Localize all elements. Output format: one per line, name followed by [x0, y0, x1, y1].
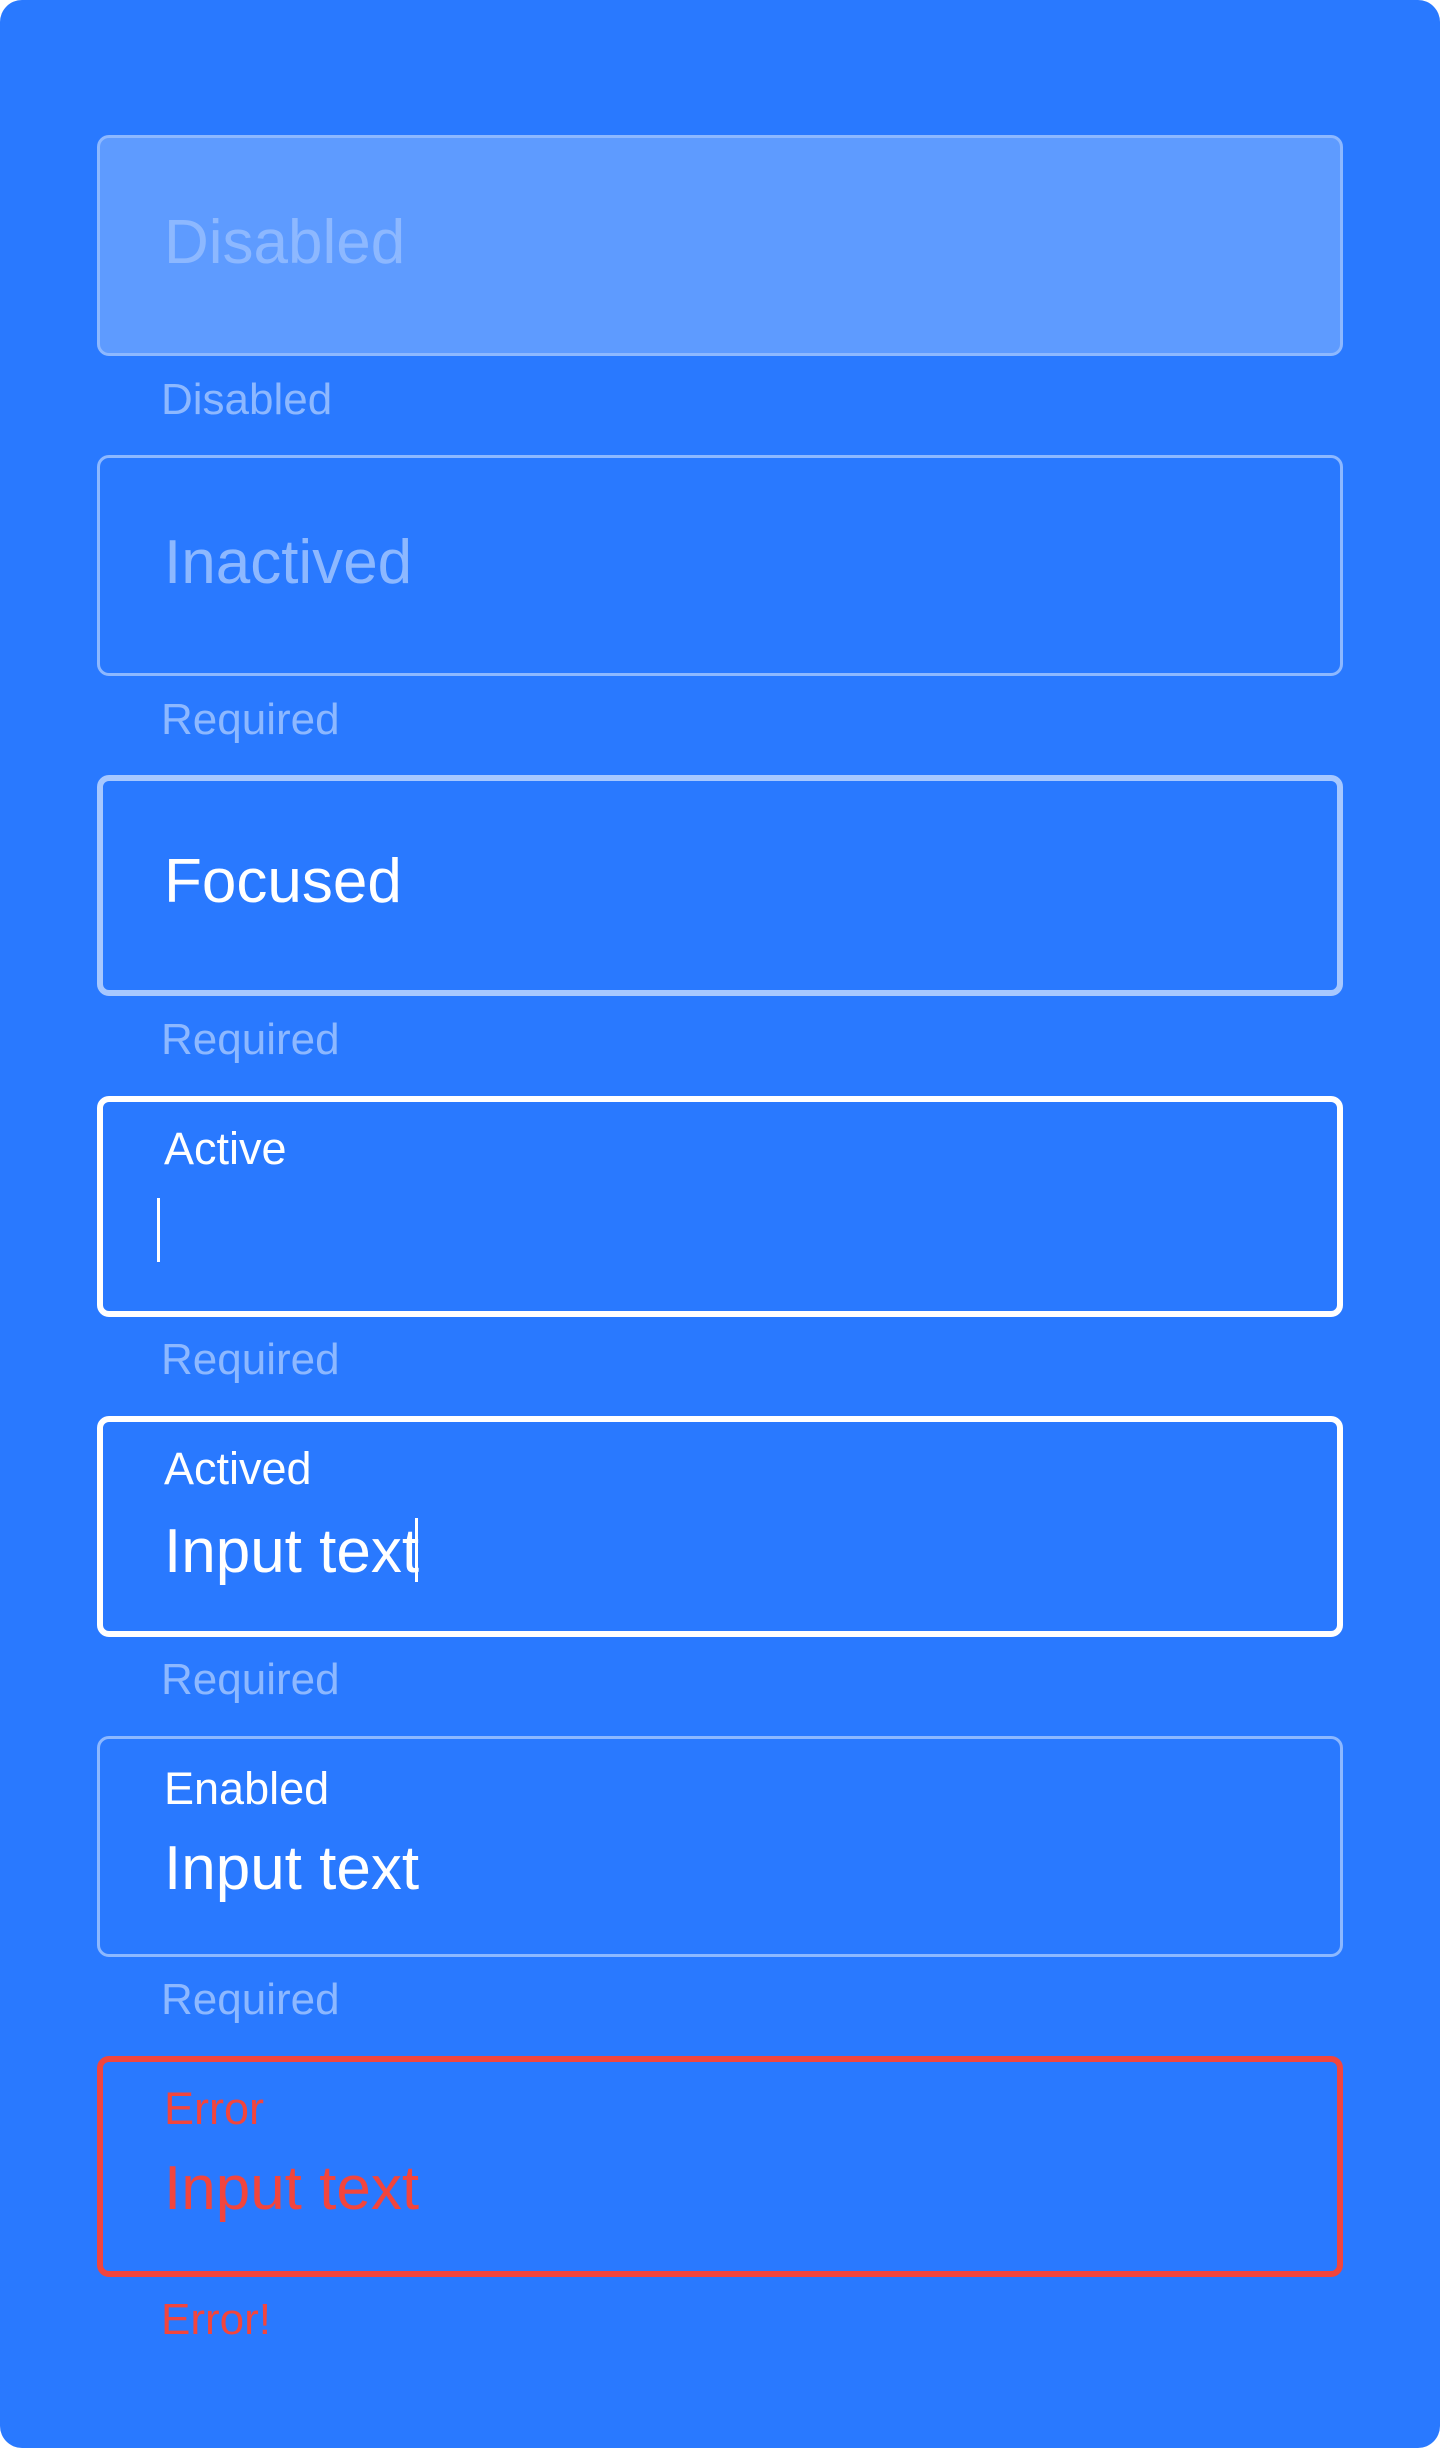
disabled-placeholder: Disabled [164, 208, 406, 277]
enabled-helper-text: Required [161, 1975, 340, 2024]
focused-placeholder: Focused [164, 847, 402, 916]
actived-helper-text: Required [161, 1655, 340, 1704]
active-floating-label: Active [164, 1123, 287, 1174]
disabled-helper-text: Disabled [161, 375, 333, 424]
text-field-states-panel: Disabled Disabled Inactived Required Foc… [0, 0, 1440, 2448]
text-cursor [415, 1518, 419, 1582]
inactived-helper-text: Required [161, 695, 340, 744]
inactived-text-field[interactable]: Inactived [97, 455, 1343, 676]
enabled-floating-label: Enabled [164, 1763, 330, 1814]
active-text-field[interactable]: Active [97, 1096, 1343, 1317]
focused-helper-text: Required [161, 1015, 340, 1064]
enabled-text-field[interactable]: Enabled Input text [97, 1736, 1343, 1957]
focused-text-field[interactable]: Focused [97, 775, 1343, 996]
actived-text-field[interactable]: Actived Input text [97, 1416, 1343, 1637]
actived-input-value: Input text [164, 1517, 420, 1586]
error-input-value: Input text [164, 2154, 420, 2223]
enabled-input-value: Input text [164, 1834, 420, 1903]
inactived-placeholder: Inactived [164, 528, 413, 597]
error-text-field[interactable]: Error Input text [97, 2056, 1343, 2277]
actived-floating-label: Actived [164, 1443, 312, 1494]
active-helper-text: Required [161, 1335, 340, 1384]
actived-input-text: Input text [164, 1517, 420, 1586]
error-floating-label: Error [164, 2083, 264, 2134]
error-helper-text: Error! [161, 2295, 271, 2344]
disabled-text-field: Disabled [97, 135, 1343, 356]
text-cursor [157, 1198, 160, 1262]
